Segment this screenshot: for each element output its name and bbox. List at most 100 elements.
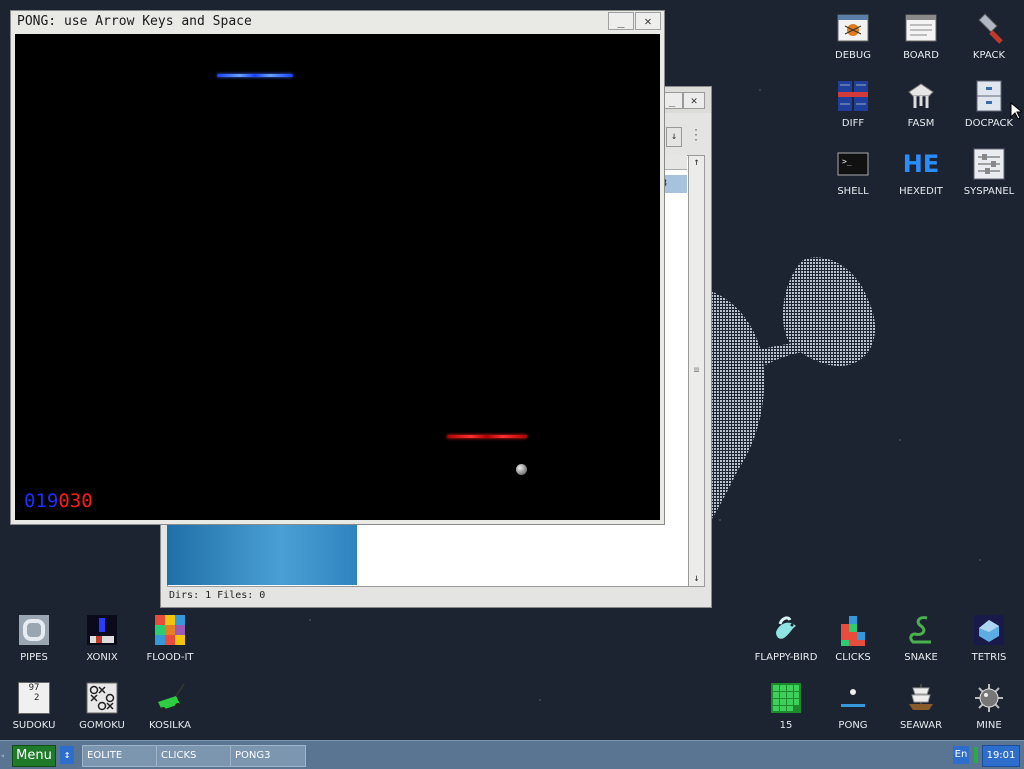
- window-switch-icon[interactable]: ↕: [60, 746, 74, 764]
- taskbar: ◂ Menu ↕ EOLITE CLICKS PONG3 En 19:01: [0, 740, 1024, 769]
- sudoku-glyph: 97 2: [18, 682, 50, 714]
- pong-ball: [516, 464, 527, 475]
- desktop-icon-label: KOSILKA: [149, 720, 191, 731]
- desktop-icon-label: PONG: [838, 720, 868, 731]
- desktop-icon-gomoku[interactable]: GOMOKU: [68, 682, 136, 731]
- desktop-icon-snake[interactable]: SNAKE: [887, 614, 955, 663]
- pong-window-title: PONG: use Arrow Keys and Space: [17, 14, 252, 29]
- desktop-icon-label: KPACK: [972, 50, 1006, 61]
- mouse-cursor-icon: [1010, 101, 1024, 124]
- svg-text:>_: >_: [842, 157, 852, 166]
- snake-icon: [905, 614, 937, 646]
- board-icon: [905, 12, 937, 44]
- desktop-icon-label: HEXEDIT: [899, 186, 943, 197]
- desktop-icon-label: BOARD: [903, 50, 939, 61]
- taskbar-item-clicks[interactable]: CLICKS: [156, 745, 232, 767]
- desktop-icon-fasm[interactable]: FASM: [887, 80, 955, 129]
- desktop-icon-label: CLICKS: [835, 652, 871, 663]
- desktop-icon-clicks[interactable]: CLICKS: [819, 614, 887, 663]
- desktop-icon-label: SEAWAR: [899, 720, 943, 731]
- mine-icon: [973, 682, 1005, 714]
- desktop-icon-label: FLOOD-IT: [146, 652, 194, 663]
- desktop-icon-kpack[interactable]: KPACK: [955, 12, 1023, 61]
- desktop-icon-label: SUDOKU: [12, 720, 56, 731]
- desktop-icon-kosilka[interactable]: KOSILKA: [136, 682, 204, 731]
- pong-window[interactable]: PONG: use Arrow Keys and Space _ ✕ 01903…: [10, 10, 665, 525]
- desktop-icon-label: TETRIS: [971, 652, 1007, 663]
- flappy-bird-icon: [770, 614, 802, 646]
- clicks-icon: [837, 614, 869, 646]
- desktop-icon-label: SYSPANEL: [963, 186, 1015, 197]
- desktop-icon-shell[interactable]: >_ SHELL: [819, 148, 887, 197]
- desktop-icon-board[interactable]: BOARD: [887, 12, 955, 61]
- desktop-icon-flappy-bird[interactable]: FLAPPY-BIRD: [751, 614, 821, 663]
- red-score: 030: [58, 490, 93, 512]
- shell-icon: >_: [837, 148, 869, 180]
- xonix-icon: [86, 614, 118, 646]
- desktop-icon-pipes[interactable]: PIPES: [0, 614, 68, 663]
- taskbar-edge-arrow-icon[interactable]: ◂: [0, 751, 5, 760]
- desktop-icon-xonix[interactable]: XONIX: [68, 614, 136, 663]
- preview-image: [167, 525, 357, 585]
- desktop-icon-label: DEBUG: [835, 50, 871, 61]
- flood-it-icon: [154, 614, 186, 646]
- more-options-icon[interactable]: ⋮: [689, 127, 703, 143]
- syspanel-icon: [973, 148, 1005, 180]
- desktop-icon-label: GOMOKU: [79, 720, 125, 731]
- pong-icon: [837, 682, 869, 714]
- seawar-icon: [905, 682, 937, 714]
- desktop-icon-flood-it[interactable]: FLOOD-IT: [136, 614, 204, 663]
- desktop-icon-syspanel[interactable]: SYSPANEL: [955, 148, 1023, 197]
- pipes-icon: [18, 614, 50, 646]
- desktop-icon-pong[interactable]: PONG: [819, 682, 887, 731]
- blue-paddle: [217, 74, 293, 77]
- taskbar-item-pong3[interactable]: PONG3: [230, 745, 306, 767]
- desktop-icon-label: SNAKE: [904, 652, 938, 663]
- desktop-icon-hexedit[interactable]: HE HEXEDIT: [887, 148, 955, 197]
- desktop-icon-diff[interactable]: DIFF: [819, 80, 887, 129]
- desktop-icon-tetris[interactable]: TETRIS: [955, 614, 1023, 663]
- hexedit-icon: HE: [902, 148, 940, 180]
- red-paddle: [447, 435, 527, 438]
- file-manager-close-button[interactable]: ✕: [683, 92, 705, 109]
- debug-icon: [837, 12, 869, 44]
- desktop-icon-label: FLAPPY-BIRD: [754, 652, 818, 663]
- score-display: 019030: [24, 490, 93, 512]
- desktop-icon-sudoku[interactable]: 97 2 SUDOKU: [0, 682, 68, 731]
- clock[interactable]: 19:01: [982, 745, 1020, 767]
- file-list-scrollbar[interactable]: ↑ ≡ ↓: [688, 155, 705, 587]
- menu-button[interactable]: Menu: [12, 745, 56, 767]
- taskbar-separator: [974, 747, 978, 763]
- desktop-icon-label: FASM: [907, 118, 935, 129]
- kosilka-icon: [154, 682, 186, 714]
- blue-score: 019: [24, 490, 59, 512]
- status-bar: Dirs: 1 Files: 0: [169, 590, 266, 601]
- sudoku-icon: 97 2: [18, 682, 50, 714]
- desktop-icon-label: XONIX: [86, 652, 118, 663]
- desktop-icon-label: 15: [779, 720, 793, 731]
- fifteen-icon: [770, 682, 802, 714]
- language-indicator[interactable]: En: [953, 746, 969, 764]
- desktop-icon-seawar[interactable]: SEAWAR: [887, 682, 955, 731]
- diff-icon: [837, 80, 869, 112]
- desktop-icon-label: SHELL: [837, 186, 869, 197]
- desktop-icon-label: MINE: [976, 720, 1002, 731]
- fasm-icon: [905, 80, 937, 112]
- hexedit-glyph: HE: [902, 150, 940, 178]
- pong-minimize-button[interactable]: _: [608, 12, 634, 30]
- desktop-icon-mine[interactable]: MINE: [955, 682, 1023, 731]
- desktop-icon-label: DIFF: [841, 118, 865, 129]
- pong-close-button[interactable]: ✕: [635, 12, 661, 30]
- scroll-grip-icon[interactable]: ≡: [689, 364, 704, 378]
- desktop-icon-label: PIPES: [20, 652, 48, 663]
- wallpaper-tree-art: [708, 250, 888, 534]
- scroll-down-arrow-icon[interactable]: ↓: [689, 572, 704, 586]
- kpack-icon: [973, 12, 1005, 44]
- path-dropdown-button[interactable]: ↓: [666, 127, 682, 147]
- pong-game-canvas[interactable]: 019030: [15, 34, 660, 520]
- gomoku-icon: [86, 682, 118, 714]
- desktop-icon-15[interactable]: 15: [751, 682, 821, 731]
- desktop-icon-debug[interactable]: DEBUG: [819, 12, 887, 61]
- taskbar-item-eolite[interactable]: EOLITE: [82, 745, 158, 767]
- scroll-up-arrow-icon[interactable]: ↑: [689, 156, 704, 170]
